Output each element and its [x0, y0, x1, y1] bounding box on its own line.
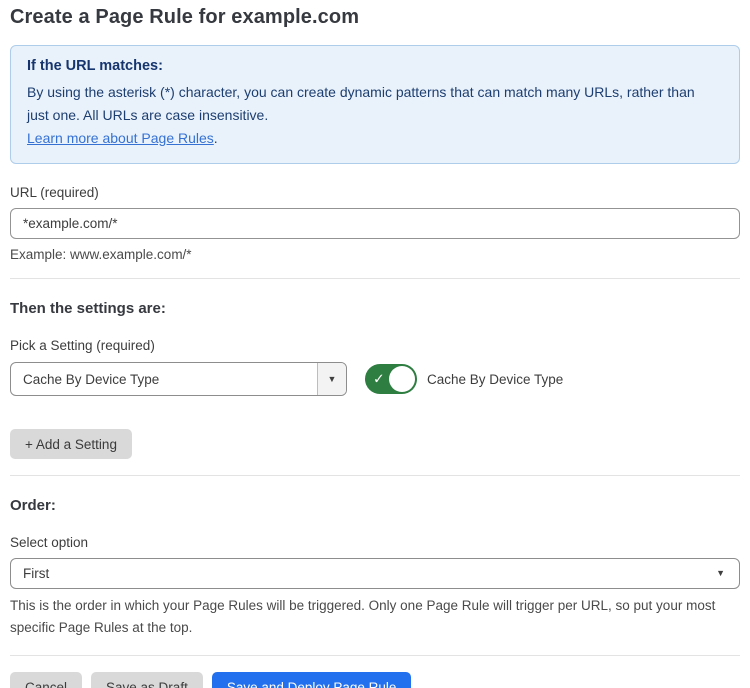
- order-select[interactable]: First ▼: [10, 558, 740, 589]
- url-field-helper: Example: www.example.com/*: [10, 247, 740, 262]
- info-box-heading: If the URL matches:: [27, 58, 723, 74]
- add-setting-button[interactable]: + Add a Setting: [10, 429, 132, 459]
- order-section-heading: Order:: [10, 497, 740, 514]
- setting-row: Cache By Device Type ▼ ✓ Cache By Device…: [10, 362, 740, 396]
- create-page-rule-form: Create a Page Rule for example.com If th…: [0, 0, 750, 688]
- cache-by-device-type-toggle[interactable]: ✓: [365, 364, 417, 394]
- toggle-label: Cache By Device Type: [427, 372, 563, 387]
- save-as-draft-button[interactable]: Save as Draft: [91, 672, 203, 688]
- settings-section-heading: Then the settings are:: [10, 300, 740, 317]
- save-and-deploy-button[interactable]: Save and Deploy Page Rule: [212, 672, 412, 688]
- order-select-value: First: [23, 566, 716, 581]
- setting-picker-arrow-button[interactable]: ▼: [317, 363, 346, 395]
- url-field-label: URL (required): [10, 185, 740, 200]
- setting-picker-dropdown[interactable]: Cache By Device Type ▼: [10, 362, 347, 396]
- url-match-info-box: If the URL matches: By using the asteris…: [10, 45, 740, 164]
- info-link-line: Learn more about Page Rules.: [27, 127, 723, 150]
- cancel-button[interactable]: Cancel: [10, 672, 82, 688]
- divider: [10, 475, 740, 476]
- divider: [10, 655, 740, 656]
- setting-picker-label: Pick a Setting (required): [10, 338, 740, 353]
- page-title: Create a Page Rule for example.com: [10, 6, 740, 29]
- info-box-body: By using the asterisk (*) character, you…: [27, 81, 717, 127]
- order-select-label: Select option: [10, 535, 740, 550]
- order-helper-text: This is the order in which your Page Rul…: [10, 595, 735, 639]
- url-input[interactable]: [10, 208, 740, 239]
- toggle-knob: [389, 366, 415, 392]
- learn-more-link[interactable]: Learn more about Page Rules: [27, 130, 214, 146]
- caret-down-icon: ▼: [716, 569, 725, 578]
- footer-actions: Cancel Save as Draft Save and Deploy Pag…: [10, 672, 740, 688]
- setting-picker-value: Cache By Device Type: [11, 363, 317, 395]
- caret-down-icon: ▼: [328, 375, 337, 384]
- divider: [10, 278, 740, 279]
- check-icon: ✓: [373, 371, 385, 388]
- link-period: .: [214, 130, 218, 146]
